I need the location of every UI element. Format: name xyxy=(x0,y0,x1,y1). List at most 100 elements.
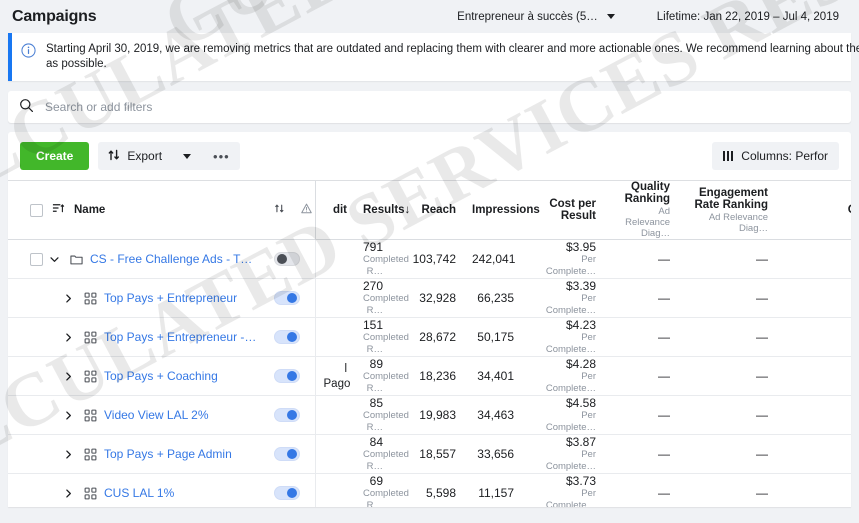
search-input[interactable] xyxy=(45,91,840,123)
columns-button[interactable]: Columns: Perfor xyxy=(711,142,839,170)
table-row[interactable]: Top Pays + Page Admin 84 Completed R… 18,55… xyxy=(8,434,851,474)
column-header-engagement-rate-ranking[interactable]: Engagement Rate Ranking Ad Relevance Dia… xyxy=(678,180,776,240)
top-bar: Campaigns Entrepreneur à succès (5… Life… xyxy=(0,0,859,33)
status-toggle[interactable] xyxy=(274,251,300,266)
chevron-right-icon[interactable] xyxy=(57,332,79,343)
account-selector[interactable]: Entrepreneur à succès (5… xyxy=(451,8,621,26)
results-sublabel: Completed R… xyxy=(363,488,409,507)
cost-per-result-sublabel: Per Complete… xyxy=(545,293,596,316)
status-toggle[interactable] xyxy=(274,407,300,422)
warning-icon xyxy=(301,203,312,217)
row-name-link[interactable]: Top Pays + Entrepreneur xyxy=(104,291,237,305)
cell-quality-ranking: — xyxy=(604,434,678,474)
info-banner-wrap: Starting April 30, 2019, we are removing… xyxy=(0,33,859,81)
impressions-value: 33,656 xyxy=(477,447,514,461)
row-checkbox[interactable] xyxy=(30,252,43,266)
column-header-warning[interactable] xyxy=(293,180,315,240)
export-button-group: Export ••• xyxy=(98,142,240,170)
info-banner: Starting April 30, 2019, we are removing… xyxy=(8,33,859,81)
table-row[interactable]: CS - Free Challenge Ads - TOF - RFT #1 79… xyxy=(8,239,851,279)
table-row[interactable]: CUS LAL 1% 69 Completed R… 5,598 11,157 $3.73… xyxy=(8,473,851,507)
status-toggle[interactable] xyxy=(274,329,300,344)
impressions-value: 50,175 xyxy=(477,330,514,344)
quality-ranking-sublabel: Ad Relevance Diag… xyxy=(625,206,670,239)
row-name-link[interactable]: Top Pays + Coaching xyxy=(104,369,218,383)
chevron-right-icon[interactable] xyxy=(57,371,79,382)
chevron-right-icon[interactable] xyxy=(57,449,79,460)
quality-ranking-label: Quality Ranking xyxy=(624,181,670,205)
status-toggle[interactable] xyxy=(274,446,300,461)
chevron-down-icon[interactable] xyxy=(43,254,65,265)
table-row[interactable]: Top Pays + Coaching l Pago 89 Completed R… 1… xyxy=(8,356,851,396)
column-header-name[interactable]: Name xyxy=(8,180,266,240)
row-name-link[interactable]: Video View LAL 2% xyxy=(104,408,209,422)
page-root: Campaigns Entrepreneur à succès (5… Life… xyxy=(0,0,859,523)
row-name-link[interactable]: Top Pays + Entrepreneur - Copy xyxy=(104,330,258,344)
cell-name: Top Pays + Entrepreneur - Copy xyxy=(8,317,266,357)
row-name-link[interactable]: Top Pays + Page Admin xyxy=(104,447,232,461)
toggle-knob xyxy=(287,370,297,381)
toggle-knob xyxy=(287,331,297,342)
table-row[interactable]: Top Pays + Entrepreneur - Copy 151Complet… xyxy=(8,317,851,357)
engagement-sublabel: Ad Relevance Diag… xyxy=(708,211,768,234)
table-row[interactable]: Top Pays + Entrepreneur 270 Completed R… 32… xyxy=(8,278,851,318)
row-name-link[interactable]: CUS LAL 1% xyxy=(104,486,174,500)
chevron-right-icon[interactable] xyxy=(57,293,79,304)
cell-budget: l Pago xyxy=(314,356,355,396)
results-sublabel: Completed R… xyxy=(363,254,409,277)
chevron-right-icon[interactable] xyxy=(57,488,79,499)
cell-budget xyxy=(314,395,355,435)
column-header-impressions[interactable]: Impressions xyxy=(464,180,540,240)
column-header-quality-ranking[interactable]: Quality Ranking Ad Relevance Diag… xyxy=(604,180,678,240)
more-options-button[interactable]: ••• xyxy=(203,142,240,170)
cell-quality-ranking: — xyxy=(604,473,678,507)
column-header-next-partial[interactable]: C xyxy=(776,180,851,240)
cell-next-partial xyxy=(776,239,851,279)
table-row[interactable]: Video View LAL 2% 85 Completed R… 19,983 34,… xyxy=(8,395,851,435)
adset-grid-icon xyxy=(79,292,101,305)
cell-status-toggle xyxy=(266,356,300,396)
cell-impressions: 34,401 xyxy=(464,356,522,396)
chevron-right-icon[interactable] xyxy=(57,410,79,421)
create-button[interactable]: Create xyxy=(20,142,90,170)
export-dropdown-button[interactable] xyxy=(171,142,203,170)
cell-impressions: 50,175 xyxy=(464,317,522,357)
cell-quality-ranking: — xyxy=(604,239,678,279)
column-header-sort[interactable] xyxy=(266,180,293,240)
row-name-link[interactable]: CS - Free Challenge Ads - TOF - RFT #1 xyxy=(90,252,258,266)
adset-grid-icon xyxy=(79,331,101,344)
cell-results: 151 Completed R… xyxy=(355,317,409,357)
cell-cost-per-result: $3.39 Per Complete… xyxy=(522,278,604,318)
status-toggle[interactable] xyxy=(274,290,300,305)
impressions-value: 66,235 xyxy=(477,291,514,305)
campaigns-card: Create Export ••• Columns: Perfor Name d… xyxy=(8,132,851,507)
cost-per-result-value: $4.28 xyxy=(565,357,596,371)
column-header-budget[interactable]: dit xyxy=(314,180,355,240)
column-header-results[interactable]: Results↓ xyxy=(355,180,410,240)
export-button-label: Export xyxy=(127,149,163,163)
cell-name: CUS LAL 1% xyxy=(8,473,266,507)
cell-engagement-rate-ranking: — xyxy=(678,317,776,357)
search-bar[interactable] xyxy=(8,91,851,123)
cell-results: 89 Completed R… xyxy=(355,356,409,396)
sort-icon xyxy=(274,204,285,217)
cost-per-result-value: $4.58 xyxy=(565,396,596,410)
top-bar-right: Entrepreneur à succès (5… Lifetime: Jan … xyxy=(451,8,847,26)
select-all-checkbox[interactable] xyxy=(30,203,43,217)
status-toggle[interactable] xyxy=(274,485,300,500)
cell-next-partial xyxy=(776,434,851,474)
cell-name: Video View LAL 2% xyxy=(8,395,266,435)
adset-grid-icon xyxy=(79,487,101,500)
sort-list-icon[interactable] xyxy=(52,202,65,218)
impressions-value: 34,401 xyxy=(477,369,514,383)
folder-icon xyxy=(65,253,87,266)
results-sublabel: Completed R… xyxy=(363,293,409,316)
date-range-selector[interactable]: Lifetime: Jan 22, 2019 – Jul 4, 2019 xyxy=(649,8,847,26)
info-banner-line2: as possible. xyxy=(46,58,107,70)
cost-per-result-line2: Result xyxy=(560,210,596,222)
results-sublabel: Completed R… xyxy=(363,449,409,472)
cell-status-toggle xyxy=(266,278,300,318)
status-toggle[interactable] xyxy=(274,368,300,383)
cell-results: 270 Completed R… xyxy=(355,278,409,318)
export-button[interactable]: Export xyxy=(98,142,171,170)
